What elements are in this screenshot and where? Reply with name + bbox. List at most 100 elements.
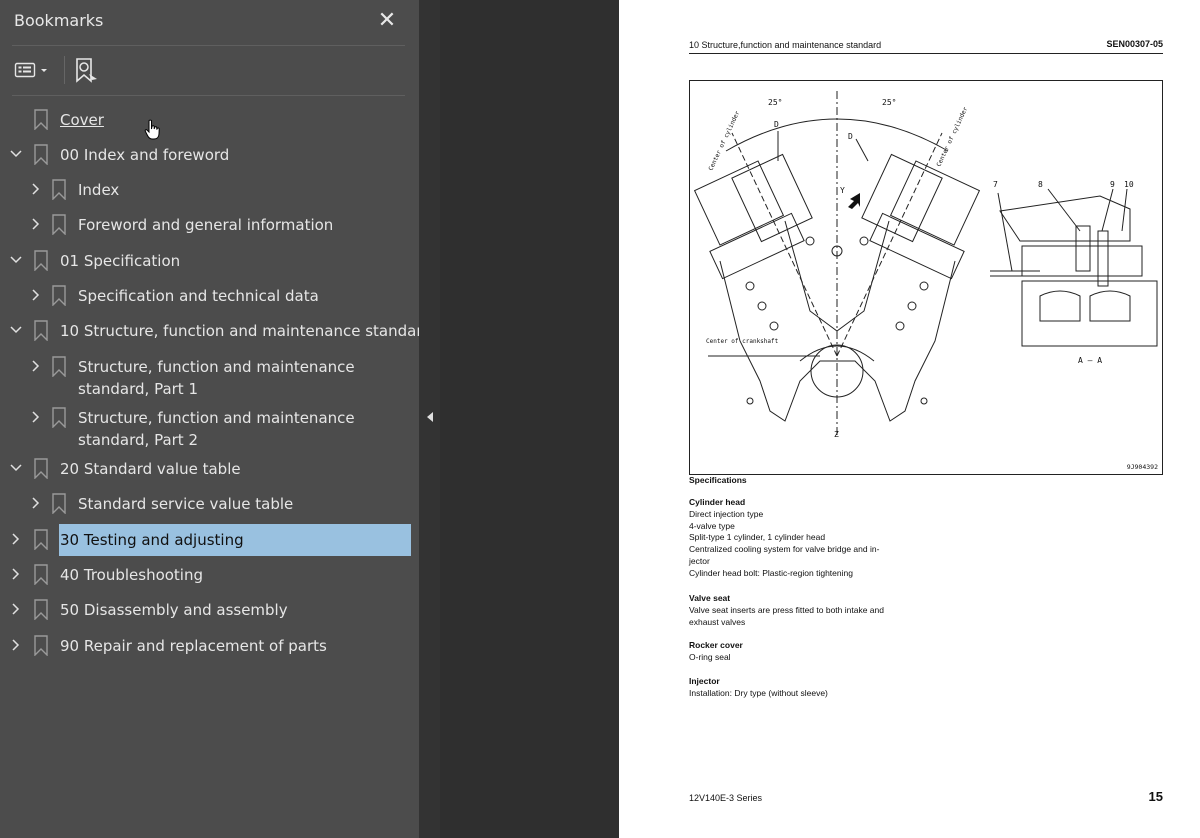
chevron-down-icon bbox=[41, 69, 47, 72]
label-y: Y bbox=[840, 186, 845, 195]
spec-heading: Cylinder head bbox=[689, 497, 746, 507]
list-options-icon bbox=[14, 62, 47, 78]
spec-line: Direct injection type bbox=[689, 508, 764, 519]
chevron-down-icon[interactable] bbox=[8, 322, 24, 338]
spec-line: Split-type 1 cylinder, 1 cylinder head bbox=[689, 532, 826, 543]
section-aa-label: A – A bbox=[1078, 356, 1102, 365]
bookmarks-header: Bookmarks ✕ bbox=[0, 0, 419, 45]
chevron-right-icon[interactable] bbox=[28, 181, 44, 197]
header-rule bbox=[689, 53, 1163, 54]
bookmark-icon bbox=[34, 109, 48, 130]
specifications-title-block: Specifications bbox=[689, 475, 939, 487]
chevron-right-icon[interactable] bbox=[8, 566, 24, 582]
add-bookmark-button[interactable] bbox=[74, 56, 100, 84]
bookmark-item-troubleshooting[interactable]: 40 Troubleshooting bbox=[0, 560, 419, 592]
collapse-panel-arrow-icon[interactable] bbox=[427, 412, 433, 422]
chevron-down-icon[interactable] bbox=[8, 252, 24, 268]
bookmark-icon bbox=[52, 356, 66, 377]
bookmark-label: 30 Testing and adjusting bbox=[60, 531, 244, 549]
bookmark-item-structure-part1[interactable]: Structure, function and maintenance stan… bbox=[0, 352, 419, 400]
bookmark-item-structure-part2[interactable]: Structure, function and maintenance stan… bbox=[0, 403, 419, 451]
label-d-left: D bbox=[774, 120, 779, 129]
spec-section-rocker-cover: Rocker cover O-ring seal bbox=[689, 640, 939, 664]
pdf-page: 10 Structure,function and maintenance st… bbox=[619, 0, 1200, 838]
figure-code: 9J904392 bbox=[1126, 463, 1158, 471]
bookmark-icon bbox=[34, 250, 48, 271]
bookmark-item-index[interactable]: Index bbox=[0, 175, 419, 207]
specifications-title: Specifications bbox=[689, 475, 747, 485]
bookmark-label: Index bbox=[78, 181, 120, 199]
label-d-right: D bbox=[848, 132, 853, 141]
bookmark-label: 90 Repair and replacement of parts bbox=[60, 637, 327, 655]
bookmark-icon bbox=[34, 320, 48, 341]
spec-line: Installation: Dry type (without sleeve) bbox=[689, 687, 828, 698]
engine-diagram: 25° 25° D D Y Center of crankshaft Z 7 8… bbox=[693, 91, 1158, 439]
bookmark-label: 50 Disassembly and assembly bbox=[60, 601, 288, 619]
center-of-cylinder-left-label: Center of cylinder bbox=[707, 110, 741, 172]
bookmark-item-index-and-foreword[interactable]: 00 Index and foreword bbox=[0, 140, 419, 172]
chevron-right-icon[interactable] bbox=[28, 216, 44, 232]
bookmark-item-specification[interactable]: 01 Specification bbox=[0, 246, 419, 278]
center-of-cylinder-right-label: Center of cylinder bbox=[935, 106, 969, 168]
bookmark-label: Structure, function and maintenance stan… bbox=[78, 358, 355, 398]
spec-line: Cylinder head bolt: Plastic-region tight… bbox=[689, 567, 853, 578]
page-header-code: SEN00307-05 bbox=[1106, 39, 1163, 49]
bookmark-icon bbox=[52, 214, 66, 235]
options-menu-button[interactable] bbox=[14, 58, 56, 82]
bookmarks-panel: Bookmarks ✕ Cover 00 Index and foreword … bbox=[0, 0, 432, 838]
spec-line: 4-valve type bbox=[689, 520, 735, 531]
bookmark-search-icon bbox=[76, 58, 97, 83]
bookmark-item-standard-service-value-table[interactable]: Standard service value table bbox=[0, 489, 419, 521]
toolbar-divider-bottom bbox=[12, 95, 405, 96]
chevron-right-icon[interactable] bbox=[28, 409, 44, 425]
page-header-title: 10 Structure,function and maintenance st… bbox=[689, 40, 882, 50]
chevron-right-icon[interactable] bbox=[8, 637, 24, 653]
bookmark-label: 10 Structure, function and maintenance s… bbox=[60, 322, 432, 340]
chevron-down-icon[interactable] bbox=[8, 146, 24, 162]
close-icon[interactable]: ✕ bbox=[376, 6, 398, 34]
bookmark-label: 40 Troubleshooting bbox=[60, 566, 204, 584]
bookmark-label: Specification and technical data bbox=[78, 287, 319, 305]
bookmark-icon bbox=[52, 179, 66, 200]
bookmark-icon bbox=[34, 564, 48, 585]
bookmark-label: 20 Standard value table bbox=[60, 460, 241, 478]
spec-section-cylinder-head: Cylinder head Direct injection type 4-va… bbox=[689, 497, 939, 580]
part-number-8: 8 bbox=[1038, 180, 1043, 189]
part-number-7: 7 bbox=[993, 180, 998, 189]
spec-line: exhaust valves bbox=[689, 616, 746, 627]
bookmark-item-spec-technical-data[interactable]: Specification and technical data bbox=[0, 281, 419, 313]
hand-cursor-icon bbox=[144, 119, 160, 140]
chevron-right-icon[interactable] bbox=[28, 358, 44, 374]
angle-left-label: 25° bbox=[768, 98, 782, 107]
part-number-9: 9 bbox=[1110, 180, 1115, 189]
bookmark-item-structure-function[interactable]: 10 Structure, function and maintenance s… bbox=[0, 316, 432, 348]
bookmark-item-repair[interactable]: 90 Repair and replacement of parts bbox=[0, 631, 419, 663]
spec-line: O-ring seal bbox=[689, 651, 731, 662]
chevron-right-icon[interactable] bbox=[8, 601, 24, 617]
spec-section-valve-seat: Valve seat Valve seat inserts are press … bbox=[689, 593, 939, 628]
bookmark-label: Structure, function and maintenance stan… bbox=[78, 409, 355, 449]
chevron-right-icon[interactable] bbox=[8, 531, 24, 547]
bookmark-label: 01 Specification bbox=[60, 252, 181, 270]
page-number: 15 bbox=[1148, 789, 1163, 804]
bookmark-item-disassembly[interactable]: 50 Disassembly and assembly bbox=[0, 595, 419, 627]
spec-section-injector: Injector Installation: Dry type (without… bbox=[689, 676, 939, 700]
bookmark-icon bbox=[34, 599, 48, 620]
spec-heading: Rocker cover bbox=[689, 640, 743, 650]
engine-cross-section-figure: 25° 25° D D Y Center of crankshaft Z 7 8… bbox=[689, 80, 1163, 475]
spec-line: Centralized cooling system for valve bri… bbox=[689, 544, 880, 555]
spec-line: Valve seat inserts are press fitted to b… bbox=[689, 604, 884, 615]
chevron-down-icon[interactable] bbox=[8, 460, 24, 476]
chevron-right-icon[interactable] bbox=[28, 287, 44, 303]
bookmark-item-cover[interactable]: Cover bbox=[0, 105, 419, 137]
bookmark-item-standard-value-table[interactable]: 20 Standard value table bbox=[0, 454, 419, 486]
label-z: Z bbox=[834, 430, 839, 439]
bookmark-icon bbox=[34, 458, 48, 479]
bookmark-item-foreword[interactable]: Foreword and general information bbox=[0, 210, 419, 242]
center-crankshaft-label: Center of crankshaft bbox=[706, 338, 779, 345]
bookmark-item-testing-adjusting[interactable]: 30 Testing and adjusting bbox=[0, 524, 419, 557]
chevron-right-icon[interactable] bbox=[28, 495, 44, 511]
bookmark-label: Cover bbox=[60, 111, 104, 129]
bookmark-icon bbox=[34, 144, 48, 165]
angle-right-label: 25° bbox=[882, 98, 896, 107]
